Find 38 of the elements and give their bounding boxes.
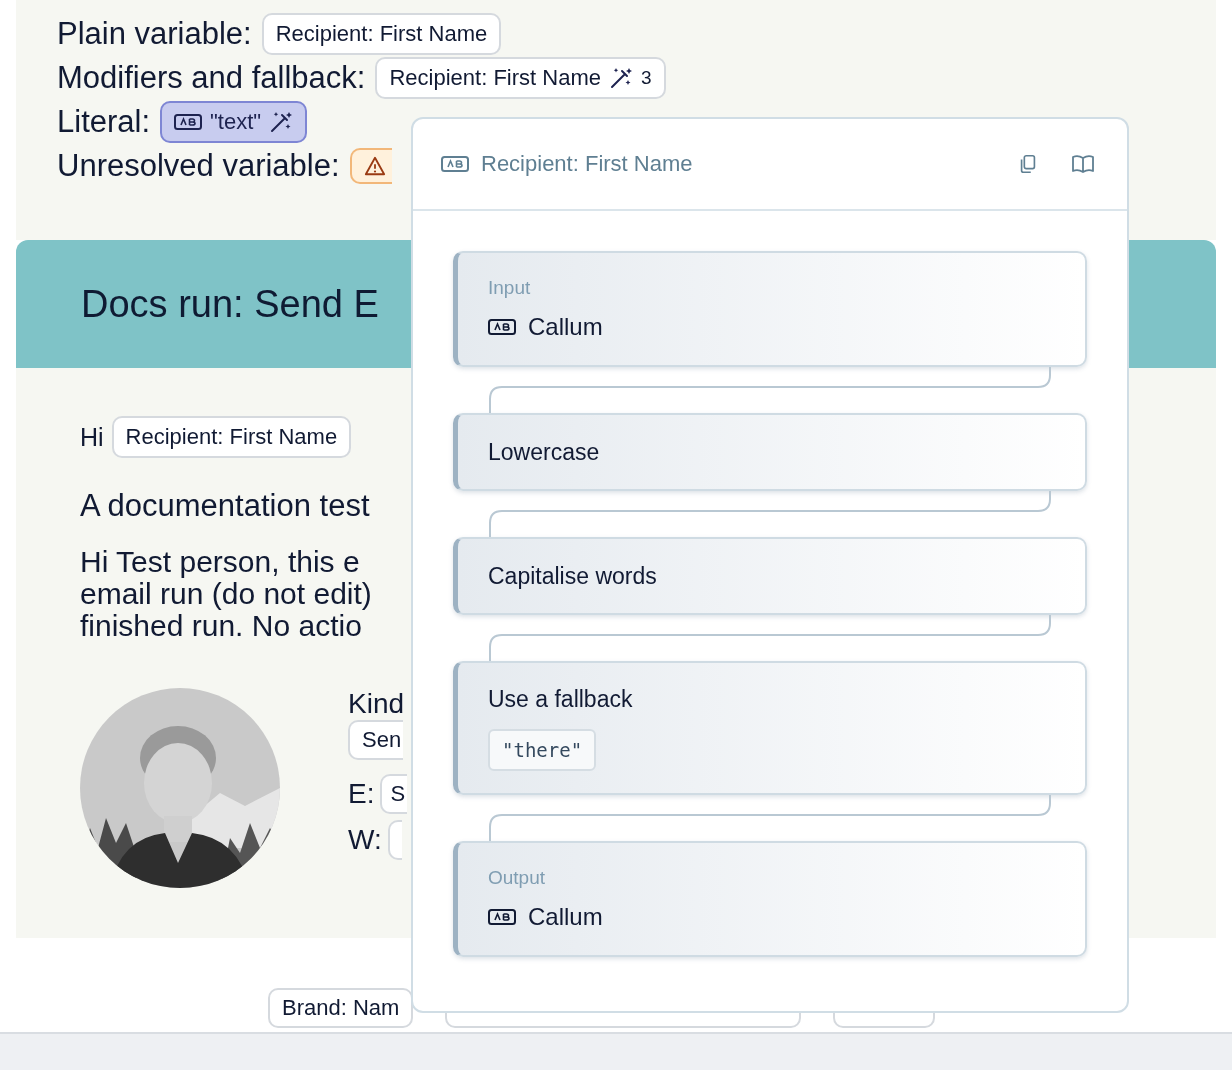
example-label: Literal: (57, 104, 151, 140)
example-label: Modifiers and fallback: (57, 60, 366, 96)
signature-label: Kind (348, 688, 406, 720)
text-type-icon (174, 114, 203, 130)
email-heading: A documentation test (80, 488, 370, 524)
modifier-count: 3 (640, 67, 652, 89)
step-label: Capitalise words (488, 562, 658, 590)
variable-chip[interactable]: Recipient: First Name (261, 13, 502, 55)
text-type-icon (488, 909, 516, 925)
magic-wand-icon (269, 110, 294, 134)
email-paragraph: Hi Test person, this e email run (do not edit) finished run. No actio (80, 546, 372, 642)
popover-title-text: Recipient: First Name (481, 151, 693, 177)
step-label: Lowercase (488, 438, 601, 466)
warning-icon (363, 155, 386, 177)
literal-chip[interactable]: "text" (160, 101, 308, 143)
field-label: E: (348, 778, 375, 810)
book-icon (1069, 152, 1097, 176)
fallback-value: "there" (488, 728, 597, 771)
variable-chip[interactable]: Sen (348, 720, 404, 760)
step-value: Callum (528, 903, 603, 931)
variable-chip[interactable]: Recipient: First Name 3 (375, 57, 666, 99)
step-label: Input (488, 277, 532, 299)
unresolved-chip[interactable] (349, 148, 392, 184)
variable-chip[interactable]: S (380, 774, 408, 814)
step-value: Callum (528, 313, 603, 341)
variable-chip[interactable]: Recipient: First Name (111, 416, 352, 458)
step-label: Use a fallback (488, 685, 633, 713)
magic-wand-icon (608, 66, 633, 90)
greeting-text: Hi (80, 422, 104, 452)
example-label: Plain variable: (57, 16, 252, 52)
example-label: Unresolved variable: (57, 148, 340, 184)
step-label: Output (488, 867, 547, 889)
text-type-icon (441, 156, 469, 172)
chip-label: Recipient: First Name (389, 65, 601, 91)
text-type-icon (488, 319, 516, 335)
chip-label: "text" (210, 109, 262, 135)
variable-chip[interactable]: Brand: Nam (268, 988, 414, 1028)
field-label: W: (348, 824, 382, 856)
